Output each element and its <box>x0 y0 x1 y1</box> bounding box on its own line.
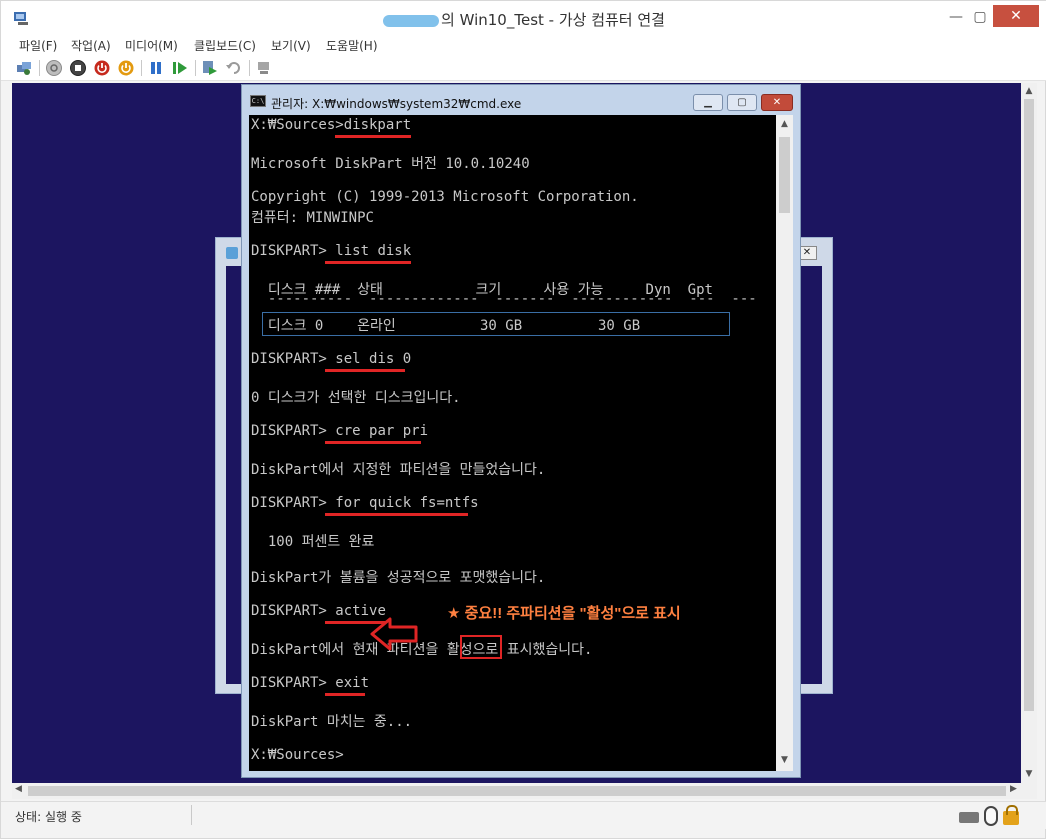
console-line: DISKPART> for quick fs=ntfs <box>251 495 479 511</box>
horizontal-scrollbar[interactable]: ◀ ▶ <box>12 783 1037 799</box>
redacted-host-name <box>383 14 440 27</box>
shut-down-icon[interactable] <box>93 59 111 77</box>
disk-row-box <box>262 312 730 336</box>
console-line: DiskPart에서 지정한 파티션을 만들었습니다. <box>251 462 546 478</box>
menu-media[interactable]: 미디어(M) <box>125 37 178 54</box>
mouse-icon <box>984 806 998 826</box>
vm-guest-display[interactable]: ✕ C:\ 관리자: X:₩windows₩system32₩cmd.exe ▁… <box>12 83 1021 783</box>
vm-connection-window: 의 Win10_Test - 가상 컴퓨터 연결 — ▢ ✕ 파일(F) 작업(… <box>0 0 1046 839</box>
pause-icon[interactable] <box>147 59 165 77</box>
cmd-maximize-button[interactable]: ▢ <box>727 94 757 111</box>
menu-file[interactable]: 파일(F) <box>19 37 57 54</box>
console-line: DISKPART> exit <box>251 675 370 691</box>
keyboard-icon <box>959 812 979 823</box>
annotation-text: ★ 중요!! 주파티션을 "활성"으로 표시 <box>447 605 681 622</box>
cmd-close-button[interactable]: ✕ <box>761 94 793 111</box>
console-line: DiskPart에서 현재 파티션을 활성으로 표시했습니다. <box>251 642 593 658</box>
checkpoint-icon[interactable] <box>201 59 219 77</box>
cmd-icon: C:\ <box>250 95 266 107</box>
underline-highlight <box>325 261 411 264</box>
scroll-down-icon[interactable]: ▼ <box>779 755 790 765</box>
console-line: X:₩Sources> <box>251 747 344 763</box>
toolbar-separator <box>39 60 40 76</box>
cmd-minimize-button[interactable]: ▁ <box>693 94 723 111</box>
window-title: 의 Win10_Test - 가상 컴퓨터 연결 <box>1 9 1046 30</box>
toolbar-separator <box>141 60 142 76</box>
active-highlight-box <box>460 635 502 659</box>
console-line: Copyright (C) 1999-2013 Microsoft Corpor… <box>251 189 639 205</box>
console-output[interactable]: X:₩Sources>diskpart Microsoft DiskPart 버… <box>249 115 776 771</box>
start-icon[interactable] <box>45 59 63 77</box>
scroll-up-icon[interactable]: ▲ <box>1023 86 1035 96</box>
reset-icon[interactable] <box>171 59 189 77</box>
console-line: DISKPART> list disk <box>251 243 412 259</box>
console-line: 100 퍼센트 완료 <box>251 534 375 550</box>
vertical-scrollbar[interactable]: ▲ ▼ <box>1021 83 1037 783</box>
setup-icon <box>226 247 238 259</box>
menu-view[interactable]: 보기(V) <box>271 37 311 54</box>
status-text: 상태: 실행 중 <box>15 810 82 824</box>
scroll-thumb[interactable] <box>779 137 790 213</box>
menu-help[interactable]: 도움말(H) <box>326 37 378 54</box>
underline-highlight <box>325 369 405 372</box>
enhanced-session-icon[interactable] <box>255 59 273 77</box>
console-line: X:₩Sources>diskpart <box>251 117 412 133</box>
toolbar-separator <box>249 60 250 76</box>
revert-icon[interactable] <box>225 59 243 77</box>
cmd-title: 관리자: X:₩windows₩system32₩cmd.exe <box>271 97 522 111</box>
console-line: DISKPART> sel dis 0 <box>251 351 412 367</box>
underline-highlight <box>325 441 421 444</box>
scroll-down-icon[interactable]: ▼ <box>1023 769 1035 779</box>
scroll-left-icon[interactable]: ◀ <box>15 784 22 794</box>
toolbar-separator <box>195 60 196 76</box>
scroll-right-icon[interactable]: ▶ <box>1010 784 1017 794</box>
status-bar: 상태: 실행 중 <box>1 801 1046 829</box>
minimize-button[interactable]: — <box>943 7 969 27</box>
menu-action[interactable]: 작업(A) <box>71 37 111 54</box>
left-arrow-icon <box>370 617 418 651</box>
console-line: DISKPART> cre par pri <box>251 423 429 439</box>
title-bar: 의 Win10_Test - 가상 컴퓨터 연결 — ▢ ✕ <box>1 1 1046 35</box>
scroll-thumb[interactable] <box>28 786 1006 796</box>
menu-bar: 파일(F) 작업(A) 미디어(M) 클립보드(C) 보기(V) 도움말(H) <box>1 35 1046 55</box>
console-line: DISKPART> active <box>251 603 386 619</box>
scroll-thumb[interactable] <box>1024 99 1034 711</box>
lock-icon <box>1003 805 1019 825</box>
underline-highlight <box>335 135 411 138</box>
close-button[interactable]: ✕ <box>993 5 1039 27</box>
console-line: 컴퓨터: MINWINPC <box>251 210 374 226</box>
save-icon[interactable] <box>117 59 135 77</box>
toolbar <box>1 55 1046 81</box>
maximize-button[interactable]: ▢ <box>967 7 993 27</box>
console-line: DiskPart 마치는 중... <box>251 714 413 730</box>
underline-highlight <box>325 693 365 696</box>
console-line: Microsoft DiskPart 버전 10.0.10240 <box>251 156 530 172</box>
underline-highlight <box>325 513 468 516</box>
disk-table-divider: ---------- ------------- ------- -------… <box>251 291 757 307</box>
cmd-window: C:\ 관리자: X:₩windows₩system32₩cmd.exe ▁ ▢… <box>241 84 801 778</box>
status-separator <box>191 805 192 825</box>
console-line: 0 디스크가 선택한 디스크입니다. <box>251 390 461 406</box>
cmd-title-bar: C:\ 관리자: X:₩windows₩system32₩cmd.exe ▁ ▢… <box>242 85 800 113</box>
menu-clipboard[interactable]: 클립보드(C) <box>194 37 256 54</box>
cmd-scrollbar[interactable]: ▲ ▼ <box>776 115 793 771</box>
turn-off-icon[interactable] <box>69 59 87 77</box>
scroll-up-icon[interactable]: ▲ <box>779 119 790 129</box>
console-line: DiskPart가 볼륨을 성공적으로 포맷했습니다. <box>251 570 546 586</box>
ctrl-alt-del-icon[interactable] <box>15 59 33 77</box>
